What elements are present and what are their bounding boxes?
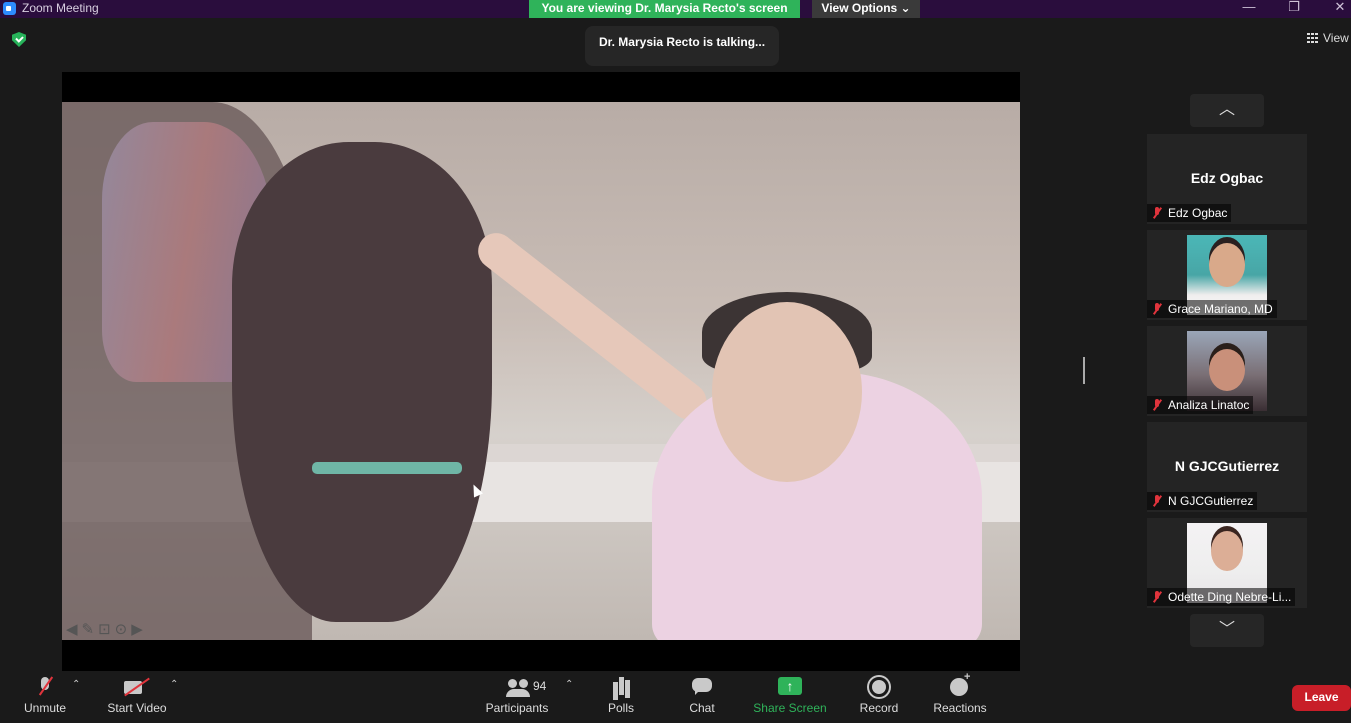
participant-tile-grace-mariano[interactable]: Grace Mariano, MD bbox=[1147, 230, 1307, 320]
reactions-button[interactable]: Reactions bbox=[930, 671, 990, 715]
participant-name-label: Analiza Linatoc bbox=[1147, 396, 1254, 414]
participant-tile-odette-ding[interactable]: Odette Ding Nebre-Li... bbox=[1147, 518, 1307, 608]
mic-muted-icon bbox=[1152, 495, 1162, 507]
girl-face bbox=[712, 302, 862, 482]
participant-count: 94 bbox=[533, 679, 547, 693]
view-options-button[interactable]: View Options ⌄ bbox=[812, 0, 920, 18]
security-shield-icon[interactable] bbox=[12, 32, 26, 47]
participant-name-label: N GJCGutierrez bbox=[1147, 492, 1258, 510]
gallery-scroll-down-button[interactable]: ﹀ bbox=[1190, 614, 1264, 647]
audio-options-caret[interactable]: ⌃ bbox=[72, 679, 80, 690]
shared-screen[interactable]: ◀✎⊡⊙▶ bbox=[62, 72, 1020, 671]
participant-name-label: Grace Mariano, MD bbox=[1147, 300, 1277, 318]
view-layout-button[interactable]: View bbox=[1307, 31, 1349, 45]
zoom-app-icon bbox=[3, 2, 16, 15]
participant-name-label: Odette Ding Nebre-Li... bbox=[1147, 588, 1296, 606]
participant-name-label: Edz Ogbac bbox=[1147, 204, 1232, 222]
view-label: View bbox=[1323, 31, 1349, 45]
gallery-scroll-up-button[interactable]: ︿ bbox=[1190, 94, 1264, 127]
participant-display-name: Edz Ogbac bbox=[1190, 170, 1264, 186]
mic-muted-icon bbox=[1152, 207, 1162, 219]
share-screen-button[interactable]: Share Screen bbox=[752, 677, 828, 715]
restore-button[interactable]: ❐ bbox=[1284, 0, 1304, 14]
share-screen-icon bbox=[778, 677, 802, 697]
polls-icon bbox=[612, 677, 630, 697]
panel-resize-handle[interactable] bbox=[1083, 357, 1085, 384]
participant-tile-edz-ogbac[interactable]: Edz Ogbac Edz Ogbac bbox=[1147, 134, 1307, 224]
reactions-icon bbox=[949, 671, 971, 697]
video-off-icon bbox=[124, 677, 150, 697]
viewing-screen-banner: You are viewing Dr. Marysia Recto's scre… bbox=[529, 0, 800, 18]
close-button[interactable]: ✕ bbox=[1330, 0, 1350, 14]
minimize-button[interactable]: — bbox=[1239, 0, 1259, 14]
horse-head bbox=[232, 142, 492, 622]
record-button[interactable]: Record bbox=[856, 677, 902, 715]
mic-muted-icon bbox=[1152, 303, 1162, 315]
start-video-button[interactable]: Start Video bbox=[103, 677, 171, 715]
chat-button[interactable]: Chat bbox=[680, 677, 724, 715]
chat-icon bbox=[692, 677, 712, 697]
grid-icon bbox=[1307, 33, 1318, 43]
mic-muted-icon bbox=[37, 677, 53, 697]
participant-tile-analiza-linatoc[interactable]: Analiza Linatoc bbox=[1147, 326, 1307, 416]
participant-display-name: N GJCGutierrez bbox=[1174, 458, 1280, 474]
participants-icon bbox=[506, 677, 530, 697]
record-icon bbox=[869, 677, 889, 697]
mic-muted-icon bbox=[1152, 399, 1162, 411]
participant-tile-n-gjcgutierrez[interactable]: N GJCGutierrez N GJCGutierrez bbox=[1147, 422, 1307, 512]
participants-options-caret[interactable]: ⌃ bbox=[565, 679, 573, 690]
slide-controls[interactable]: ◀✎⊡⊙▶ bbox=[66, 620, 147, 638]
meeting-toolbar: Unmute ⌃ Start Video ⌃ Participants 94 ⌃… bbox=[0, 671, 1351, 723]
unmute-button[interactable]: Unmute bbox=[18, 677, 72, 715]
window-title: Zoom Meeting bbox=[22, 1, 99, 15]
shared-slide-image: ◀✎⊡⊙▶ bbox=[62, 102, 1020, 640]
mic-muted-icon bbox=[1152, 591, 1162, 603]
talking-indicator: Dr. Marysia Recto is talking... bbox=[585, 26, 779, 66]
girl-arm bbox=[470, 225, 714, 427]
polls-button[interactable]: Polls bbox=[600, 677, 642, 715]
leave-meeting-button[interactable]: Leave bbox=[1292, 685, 1351, 711]
horse-bridle bbox=[312, 462, 462, 474]
video-options-caret[interactable]: ⌃ bbox=[170, 679, 178, 690]
